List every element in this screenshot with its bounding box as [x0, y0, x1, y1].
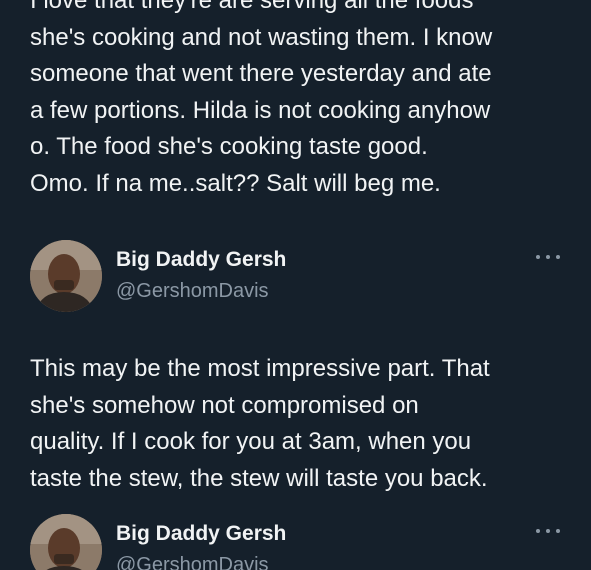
- tweet-thread: I love that they're are serving all the …: [0, 0, 591, 570]
- tweet-line: someone that went there yesterday and at…: [30, 60, 492, 87]
- tweet-line: taste the stew, the stew will taste you …: [30, 464, 488, 492]
- more-horizontal-icon[interactable]: [536, 526, 560, 536]
- tweet-line: she's somehow not compromised on: [30, 391, 419, 419]
- tweet-line: o. The food she's cooking taste good.: [30, 133, 428, 160]
- tweet-header: Big Daddy Gersh @GershomDavis: [30, 238, 570, 318]
- tweet-line: she's cooking and not wasting them. I kn…: [30, 23, 493, 51]
- avatar[interactable]: [30, 240, 102, 312]
- author-handle[interactable]: @GershomDavis: [116, 280, 269, 303]
- author-name[interactable]: Big Daddy Gersh: [116, 522, 286, 546]
- tweet-line: I love that they're are serving all the …: [30, 0, 474, 14]
- tweet-header: Big Daddy Gersh @GershomDavis: [30, 512, 570, 570]
- tweet-text: This may be the most impressive part. Th…: [30, 351, 575, 497]
- tweet-text: I love that they're are serving all the …: [30, 0, 575, 202]
- tweet-line: This may be the most impressive part. Th…: [30, 355, 490, 382]
- author-handle[interactable]: @GershomDavis: [116, 554, 269, 570]
- more-horizontal-icon[interactable]: [536, 252, 560, 262]
- author-name[interactable]: Big Daddy Gersh: [116, 248, 286, 272]
- tweet-line: Omo. If na me..salt?? Salt will beg me.: [30, 169, 441, 197]
- avatar[interactable]: [30, 514, 102, 570]
- tweet-line: quality. If I cook for you at 3am, when …: [30, 428, 472, 455]
- tweet-line: a few portions. Hilda is not cooking any…: [30, 96, 491, 124]
